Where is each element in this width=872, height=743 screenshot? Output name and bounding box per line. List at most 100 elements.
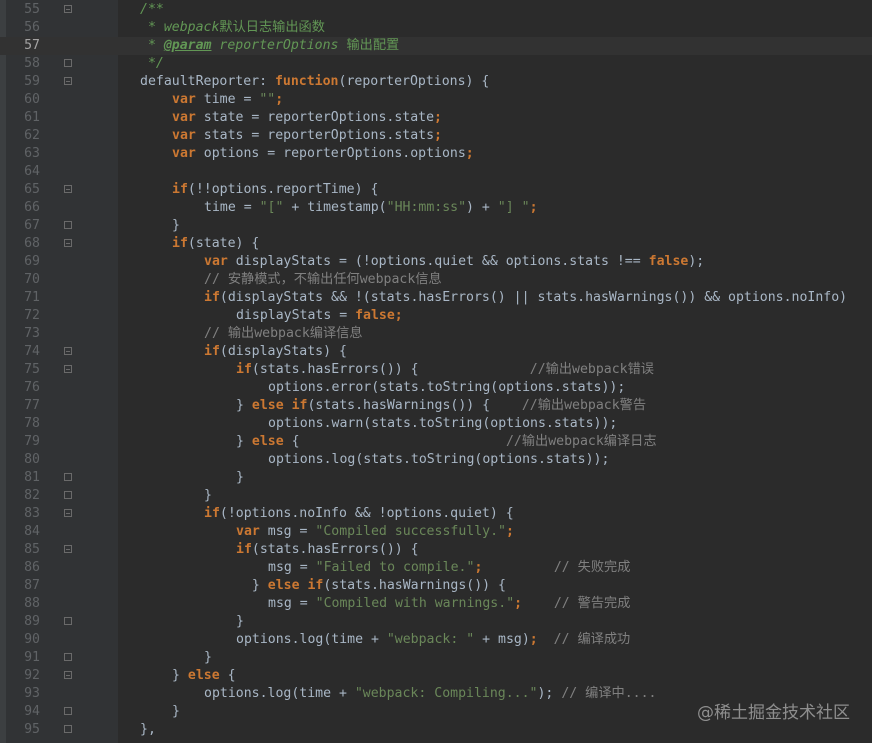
code-token: { <box>219 668 236 683</box>
code-token: var <box>204 254 228 269</box>
fold-end-icon[interactable] <box>64 59 72 67</box>
fold-collapse-icon[interactable] <box>64 509 72 517</box>
code-line[interactable]: 79} else { //输出webpack编译日志 <box>0 433 872 451</box>
line-number: 79 <box>24 434 40 449</box>
fold-collapse-icon[interactable] <box>64 347 72 355</box>
code-line[interactable]: 69 var displayStats = (!options.quiet && … <box>0 253 872 271</box>
code-token: // 警告完成 <box>553 596 631 611</box>
code-text: */ <box>140 55 164 73</box>
fold-end-icon[interactable] <box>64 653 72 661</box>
code-line[interactable]: 86 msg = "Failed to compile."; // 失败完成 <box>0 559 872 577</box>
fold-end-icon[interactable] <box>64 617 72 625</box>
code-token: (stats.hasWarnings()) { <box>307 398 522 413</box>
code-line[interactable]: 82} <box>0 487 872 505</box>
code-token: // 失败完成 <box>553 560 631 575</box>
fold-end-icon[interactable] <box>64 221 72 229</box>
fold-end-icon[interactable] <box>64 491 72 499</box>
code-line[interactable]: 58 */ <box>0 55 872 73</box>
fold-collapse-icon[interactable] <box>64 365 72 373</box>
code-token: (!!options.reportTime) { <box>187 182 379 197</box>
code-line[interactable]: 73 // 输出webpack编译信息 <box>0 325 872 343</box>
fold-collapse-icon[interactable] <box>64 671 72 679</box>
code-line[interactable]: 85 if(stats.hasErrors()) { <box>0 541 872 559</box>
code-line[interactable]: 84 var msg = "Compiled successfully."; <box>0 523 872 541</box>
code-line[interactable]: 67} <box>0 217 872 235</box>
code-token: } <box>236 614 244 629</box>
fold-collapse-icon[interactable] <box>64 185 72 193</box>
code-line[interactable]: 55 /** <box>0 1 872 19</box>
code-text: var msg = "Compiled successfully."; <box>236 523 514 541</box>
code-token: } <box>236 578 268 593</box>
code-line[interactable]: 66 time = "[" + timestamp("HH:mm:ss") + "… <box>0 199 872 217</box>
code-token: options.log(time + <box>236 632 387 647</box>
fold-collapse-icon[interactable] <box>64 239 72 247</box>
code-line[interactable]: 90 options.log(time + "webpack: " + msg);… <box>0 631 872 649</box>
code-line[interactable]: 95}, <box>0 721 872 739</box>
code-line[interactable]: 92} else { <box>0 667 872 685</box>
code-token: if <box>204 290 220 305</box>
code-token: if <box>204 344 220 359</box>
code-line[interactable]: 78 options.warn(stats.toString(options.st… <box>0 415 872 433</box>
code-line[interactable]: 59 defaultReporter: function(reporterOpti… <box>0 73 872 91</box>
line-number: 65 <box>24 182 40 197</box>
code-line[interactable]: 91} <box>0 649 872 667</box>
code-text: * @param reporterOptions 输出配置 <box>140 37 399 55</box>
line-number: 86 <box>24 560 40 575</box>
code-text: msg = "Failed to compile."; // 失败完成 <box>268 559 630 577</box>
code-line[interactable]: 72 displayStats = false; <box>0 307 872 325</box>
code-token: options.warn(stats.toString(options.stat… <box>268 416 618 431</box>
fold-collapse-icon[interactable] <box>64 5 72 13</box>
fold-collapse-icon[interactable] <box>64 77 72 85</box>
code-line[interactable]: 80 options.log(stats.toString(options.sta… <box>0 451 872 469</box>
code-line[interactable]: 57 * @param reporterOptions 输出配置 <box>0 37 872 55</box>
code-line[interactable]: 81} <box>0 469 872 487</box>
code-token: (!options.noInfo && !options.quiet) { <box>219 506 514 521</box>
code-line[interactable]: 60 var time = ""; <box>0 91 872 109</box>
code-line[interactable]: 75 if(stats.hasErrors()) { //输出webpack错误 <box>0 361 872 379</box>
code-text: time = "[" + timestamp("HH:mm:ss") + "] … <box>204 199 538 217</box>
code-token: ; <box>529 632 538 647</box>
code-editor[interactable]: 55/** 56 * webpack默认日志输出函数 57 * @param rep… <box>0 0 872 743</box>
code-text: options.log(stats.toString(options.stats… <box>268 451 609 469</box>
code-line[interactable]: 63 var options = reporterOptions.options; <box>0 145 872 163</box>
code-line[interactable]: 89} <box>0 613 872 631</box>
code-token: "[" <box>259 200 284 215</box>
code-token: else <box>251 434 284 449</box>
code-token: ); <box>688 254 705 269</box>
code-token: @param <box>163 38 212 53</box>
code-line[interactable]: 62 var stats = reporterOptions.stats; <box>0 127 872 145</box>
code-token: ; <box>514 596 523 611</box>
code-line[interactable]: 71 if(displayStats && !(stats.hasErrors()… <box>0 289 872 307</box>
fold-end-icon[interactable] <box>64 473 72 481</box>
code-line[interactable]: 83 if(!options.noInfo && !options.quiet) … <box>0 505 872 523</box>
code-line[interactable]: 65 if(!!options.reportTime) { <box>0 181 872 199</box>
code-line[interactable]: 76 options.error(stats.toString(options.s… <box>0 379 872 397</box>
code-text: } else { <box>172 667 236 685</box>
code-text: }, <box>140 721 156 739</box>
code-line[interactable]: 70 // 安静模式，不输出任何webpack信息 <box>0 271 872 289</box>
code-line[interactable]: 68 if(state) { <box>0 235 872 253</box>
code-text: var displayStats = (!options.quiet && op… <box>204 253 704 271</box>
code-text: } <box>204 487 212 505</box>
line-number: 70 <box>24 272 40 287</box>
fold-collapse-icon[interactable] <box>64 545 72 553</box>
line-number: 58 <box>24 56 40 71</box>
code-token: ) + <box>466 200 498 215</box>
code-text: * webpack默认日志输出函数 <box>140 19 325 37</box>
code-line[interactable]: 61 var state = reporterOptions.state; <box>0 109 872 127</box>
code-text: if(stats.hasErrors()) { <box>236 541 419 559</box>
code-token: + msg) <box>474 632 530 647</box>
code-token: options.log(time + <box>204 686 355 701</box>
code-line[interactable]: 56 * webpack默认日志输出函数 <box>0 19 872 37</box>
code-line[interactable]: 77} else if(stats.hasWarnings()) { //输出w… <box>0 397 872 415</box>
code-token: } <box>236 398 252 413</box>
code-token: "Failed to compile." <box>315 560 475 575</box>
code-token: var <box>236 524 260 539</box>
fold-end-icon[interactable] <box>64 725 72 733</box>
code-line[interactable]: 88 msg = "Compiled with warnings."; // 警告… <box>0 595 872 613</box>
fold-end-icon[interactable] <box>64 707 72 715</box>
code-line[interactable]: 74 if(displayStats) { <box>0 343 872 361</box>
code-line[interactable]: 87 } else if(stats.hasWarnings()) { <box>0 577 872 595</box>
code-line[interactable]: 64 <box>0 163 872 181</box>
